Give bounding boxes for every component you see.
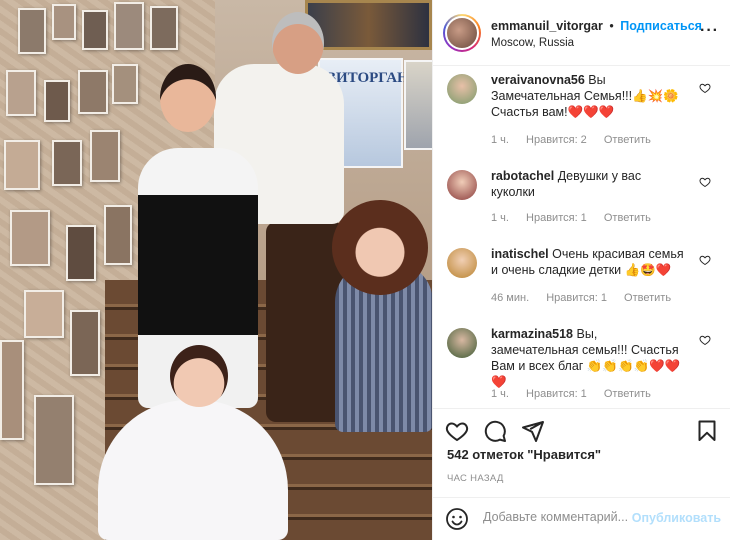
commenter-avatar[interactable] bbox=[447, 328, 477, 358]
post-location[interactable]: Moscow, Russia bbox=[491, 37, 574, 49]
wall-photo-frame bbox=[82, 10, 108, 50]
comment-time[interactable]: 46 мин. bbox=[491, 292, 529, 304]
wall-photo-frame bbox=[4, 140, 40, 190]
wall-photo-frame bbox=[150, 6, 178, 50]
comment-like-heart-icon[interactable] bbox=[699, 176, 711, 188]
post-header: emmanuil_vitorgar • Подписаться Moscow, … bbox=[433, 0, 730, 66]
wall-photo-frame bbox=[104, 205, 132, 265]
comment-meta: 1 ч. Нравится: 1 Ответить bbox=[491, 212, 665, 224]
likes-count[interactable]: 542 отметок "Нравится" bbox=[447, 447, 601, 462]
follow-button[interactable]: Подписаться bbox=[620, 19, 702, 33]
wall-photo-frame bbox=[52, 4, 76, 40]
comment-text-block: rabotachel Девушки у вас куколки bbox=[491, 168, 687, 200]
comment-like-heart-icon[interactable] bbox=[699, 254, 711, 266]
commenter-avatar[interactable] bbox=[447, 74, 477, 104]
more-horizontal-icon[interactable]: ··· bbox=[700, 22, 719, 40]
comment-meta: 46 мин. Нравится: 1 Ответить bbox=[491, 292, 685, 304]
comment-username[interactable]: rabotachel bbox=[491, 169, 554, 183]
post-actions-bar bbox=[433, 408, 730, 444]
comment-reply-button[interactable]: Ответить bbox=[624, 292, 671, 304]
wall-photo-frame bbox=[0, 340, 24, 440]
comment-icon[interactable] bbox=[483, 419, 507, 443]
author-avatar[interactable] bbox=[443, 14, 481, 52]
smiley-icon[interactable] bbox=[445, 507, 469, 531]
wall-photo-frame bbox=[70, 310, 100, 376]
commenter-avatar[interactable] bbox=[447, 170, 477, 200]
post-sidebar: emmanuil_vitorgar • Подписаться Moscow, … bbox=[432, 0, 730, 540]
girl-head bbox=[332, 200, 428, 295]
header-separator: • bbox=[609, 19, 614, 33]
publish-button[interactable]: Опубликовать bbox=[632, 511, 721, 525]
woman-head bbox=[160, 64, 216, 132]
wall-photo-frame bbox=[18, 8, 46, 54]
wall-photo-frame bbox=[52, 140, 82, 186]
comment-reply-button[interactable]: Ответить bbox=[604, 388, 651, 400]
author-username[interactable]: emmanuil_vitorgar bbox=[491, 19, 603, 33]
comment-likes[interactable]: Нравится: 1 bbox=[546, 292, 607, 304]
comment-text-block: inatischel Очень красивая семья и очень … bbox=[491, 246, 687, 278]
wall-photo-frame bbox=[34, 395, 74, 485]
theatre-poster-secondary bbox=[404, 60, 432, 150]
share-icon[interactable] bbox=[521, 419, 545, 443]
comment-reply-button[interactable]: Ответить bbox=[604, 212, 651, 224]
comment-time[interactable]: 1 ч. bbox=[491, 134, 509, 146]
add-comment-bar: Опубликовать bbox=[433, 497, 730, 540]
add-comment-input[interactable] bbox=[483, 510, 633, 524]
comment-likes[interactable]: Нравится: 1 bbox=[526, 388, 587, 400]
wall-photo-frame bbox=[114, 2, 144, 50]
comment-time[interactable]: 1 ч. bbox=[491, 212, 509, 224]
toddler-head bbox=[170, 345, 228, 407]
instagram-post: ВИТОРГАН emmanuil_vitorgar • Подписаться… bbox=[0, 0, 730, 540]
comment-text-block: karmazina518 Вы, замечательная семья!!! … bbox=[491, 326, 687, 390]
comment-meta: 1 ч. Нравится: 2 Ответить bbox=[491, 134, 665, 146]
comment-username[interactable]: karmazina518 bbox=[491, 327, 573, 341]
comment-like-heart-icon[interactable] bbox=[699, 82, 711, 94]
wall-photo-frame bbox=[112, 64, 138, 104]
wall-photo-frame bbox=[66, 225, 96, 281]
author-avatar-image bbox=[445, 16, 479, 50]
comment-text-block: veraivanovna56 Вы Замечательная Семья!!!… bbox=[491, 72, 687, 120]
wall-photo-frame bbox=[78, 70, 108, 114]
wall-photo-frame bbox=[6, 70, 36, 116]
author-line: emmanuil_vitorgar • Подписаться bbox=[491, 19, 702, 33]
wall-photo-frame bbox=[90, 130, 120, 182]
comment-likes[interactable]: Нравится: 1 bbox=[526, 212, 587, 224]
comment-username[interactable]: veraivanovna56 bbox=[491, 73, 585, 87]
wall-photo-frame bbox=[44, 80, 70, 122]
comment-reply-button[interactable]: Ответить bbox=[604, 134, 651, 146]
commenter-avatar[interactable] bbox=[447, 248, 477, 278]
bookmark-icon[interactable] bbox=[695, 419, 719, 443]
comment-likes[interactable]: Нравится: 2 bbox=[526, 134, 587, 146]
man-head bbox=[272, 12, 324, 74]
post-timestamp[interactable]: ЧАС НАЗАД bbox=[447, 473, 504, 484]
comments-list[interactable]: veraivanovna56 Вы Замечательная Семья!!!… bbox=[433, 66, 730, 408]
comment-meta: 1 ч. Нравится: 1 Ответить bbox=[491, 388, 665, 400]
comment-time[interactable]: 1 ч. bbox=[491, 388, 509, 400]
heart-icon[interactable] bbox=[445, 419, 469, 443]
post-photo[interactable]: ВИТОРГАН bbox=[0, 0, 432, 540]
comment-like-heart-icon[interactable] bbox=[699, 334, 711, 346]
wall-photo-frame bbox=[24, 290, 64, 338]
wall-painting bbox=[305, 0, 432, 50]
comment-username[interactable]: inatischel bbox=[491, 247, 549, 261]
wall-photo-frame bbox=[10, 210, 50, 266]
